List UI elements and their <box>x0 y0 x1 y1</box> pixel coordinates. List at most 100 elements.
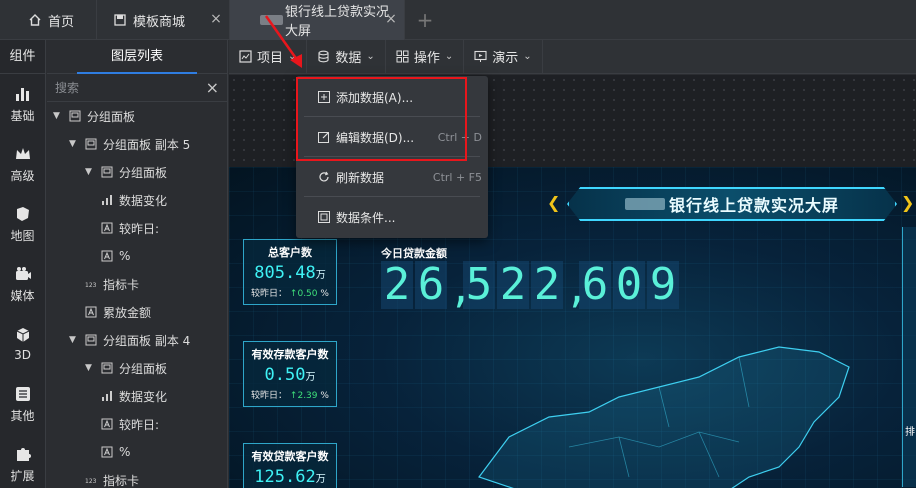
database-icon <box>318 50 329 63</box>
tree-node-item[interactable]: 123 指标卡 <box>47 466 227 488</box>
tree-node-group[interactable]: ▼ 分组面板 副本 4 <box>47 326 227 354</box>
kpi-value: 805.48万 <box>244 263 336 283</box>
kpi-title: 有效贷款客户数 <box>251 450 329 463</box>
tree-node-group[interactable]: ▼ 分组面板 <box>47 158 227 186</box>
kpi-compare-label: 较昨日： <box>251 391 288 401</box>
menu-item-label: 数据条件... <box>336 210 396 225</box>
digit-cell: 6 <box>579 261 611 309</box>
tab-template-market[interactable]: 模板商城 × <box>97 0 230 40</box>
annotation-arrow-icon <box>264 15 302 68</box>
svg-text:123: 123 <box>85 478 97 485</box>
close-icon[interactable]: × <box>206 78 219 97</box>
caret-down-icon[interactable]: ▼ <box>69 139 79 149</box>
rail-item-basic[interactable]: 基础 <box>0 74 45 134</box>
tree-node-label: 数据变化 <box>119 389 168 404</box>
tree-node-item[interactable]: 数据变化 <box>47 382 227 410</box>
kpi-title: 有效存款客户数 <box>251 348 329 361</box>
layer-search[interactable]: 搜索 × <box>47 74 227 102</box>
tab-home[interactable]: 首页 <box>0 0 97 40</box>
caret-down-icon[interactable]: ▼ <box>69 335 79 345</box>
chevron-right-icon: ❯ <box>901 193 915 212</box>
tab-home-label: 首页 <box>48 14 75 30</box>
svg-text:123: 123 <box>85 282 97 289</box>
caret-down-icon[interactable]: ▼ <box>85 363 95 373</box>
chevron-left-icon: ❮ <box>547 193 561 212</box>
layer-panel-title[interactable]: 图层列表 <box>77 40 197 74</box>
tree-node-label: 分组面板 副本 4 <box>103 333 191 348</box>
search-input[interactable]: 搜索 <box>55 79 79 96</box>
chevron-down-icon: ⌄ <box>366 51 375 62</box>
kpi-unit: 万 <box>305 372 316 383</box>
rail-item-map[interactable]: 地图 <box>0 194 45 254</box>
kpi-card-total-customers[interactable]: 总客户数 805.48万 较昨日： ↑0.50 % <box>243 239 337 305</box>
tree-node-label: 分组面板 <box>87 109 136 124</box>
kpi-unit: 万 <box>315 270 326 281</box>
rail-item-3d[interactable]: 3D <box>0 314 45 374</box>
list-icon <box>15 386 30 401</box>
rail-item-media[interactable]: 媒体 <box>0 254 45 314</box>
menu-data-button[interactable]: 数据 ⌄ <box>307 39 386 74</box>
puzzle-icon <box>16 447 31 461</box>
chevron-down-icon: ⌄ <box>444 51 454 62</box>
menu-demo-button[interactable]: 演示 ⌄ <box>464 39 543 74</box>
group-icon <box>69 110 81 122</box>
kpi-percent: % <box>320 391 329 401</box>
ranking-panel-edge: 排 <box>902 227 916 487</box>
tree-node-item[interactable]: 123 指标卡 <box>47 270 227 298</box>
crown-icon <box>15 147 30 159</box>
ranking-label: 排 <box>905 427 915 438</box>
kpi-change: 0.50 <box>297 289 318 299</box>
rail-item-advanced[interactable]: 高级 <box>0 134 45 194</box>
tree-node-group[interactable]: ▼ 分组面板 <box>47 102 227 130</box>
tree-node-item[interactable]: % <box>47 438 227 466</box>
kpi-card-loan-customers[interactable]: 有效贷款客户数 125.62万 <box>243 443 337 488</box>
rail-item-other[interactable]: 其他 <box>0 374 45 434</box>
component-rail: 组件 基础 高级 地图 媒体 3D 其他 扩展 <box>0 40 46 488</box>
menu-item-refresh-data[interactable]: 刷新数据 Ctrl + F5 <box>296 162 488 192</box>
close-icon[interactable]: × <box>209 12 223 26</box>
chevron-down-icon: ⌄ <box>523 51 532 62</box>
menu-operate-label: 操作 <box>413 51 440 66</box>
tab-market-label: 模板商城 <box>133 14 186 30</box>
number-icon: 123 <box>85 478 97 485</box>
menu-item-shortcut: Ctrl + F5 <box>432 170 482 184</box>
tree-node-label: 数据变化 <box>119 193 168 208</box>
tree-node-label: 较昨日: <box>119 221 160 236</box>
kpi-compare: 较昨日： ↑2.39 % <box>244 388 336 401</box>
menu-item-data-condition[interactable]: 数据条件... <box>296 202 488 232</box>
tab-active-dashboard[interactable]: 银行线上贷款实况大屏 × <box>230 0 405 40</box>
layer-panel-header: 图层列表 <box>47 40 227 74</box>
rail-item-label: 扩展 <box>10 468 35 483</box>
rail-item-extension[interactable]: 扩展 <box>0 434 45 488</box>
digit-cell: 5 <box>463 261 495 309</box>
tree-node-group[interactable]: ▼ 分组面板 副本 5 <box>47 130 227 158</box>
rail-item-label: 地图 <box>10 228 35 243</box>
tree-node-group[interactable]: ▼ 分组面板 <box>47 354 227 382</box>
grid-icon <box>396 50 409 63</box>
rail-item-label: 高级 <box>10 168 35 183</box>
text-icon <box>101 250 113 262</box>
china-map[interactable] <box>419 327 889 488</box>
dashboard-banner[interactable]: 银行线上贷款实况大屏 <box>567 187 897 221</box>
close-icon[interactable]: × <box>384 12 398 26</box>
tree-node-item[interactable]: 较昨日: <box>47 214 227 242</box>
add-tab-button[interactable]: + <box>405 0 445 40</box>
menu-operate-button[interactable]: 操作 ⌄ <box>386 39 465 74</box>
save-icon <box>114 14 126 26</box>
tree-node-item[interactable]: 较昨日: <box>47 410 227 438</box>
project-icon <box>239 50 252 63</box>
rail-item-label: 媒体 <box>10 288 35 303</box>
dashboard-title: 银行线上贷款实况大屏 <box>668 196 839 215</box>
caret-down-icon[interactable]: ▼ <box>53 111 63 121</box>
tree-node-item[interactable]: % <box>47 242 227 270</box>
caret-down-icon[interactable]: ▼ <box>85 167 95 177</box>
tree-node-item[interactable]: 数据变化 <box>47 186 227 214</box>
bar-icon <box>102 195 112 205</box>
condition-icon <box>318 211 330 223</box>
digit-cell: 6 <box>415 261 447 309</box>
tree-node-label: 分组面板 <box>119 165 168 180</box>
tree-node-item[interactable]: 累放金额 <box>47 298 227 326</box>
number-icon: 123 <box>85 282 97 289</box>
rail-title[interactable]: 组件 <box>0 40 45 74</box>
kpi-card-deposit-customers[interactable]: 有效存款客户数 0.50万 较昨日： ↑2.39 % <box>243 341 337 407</box>
